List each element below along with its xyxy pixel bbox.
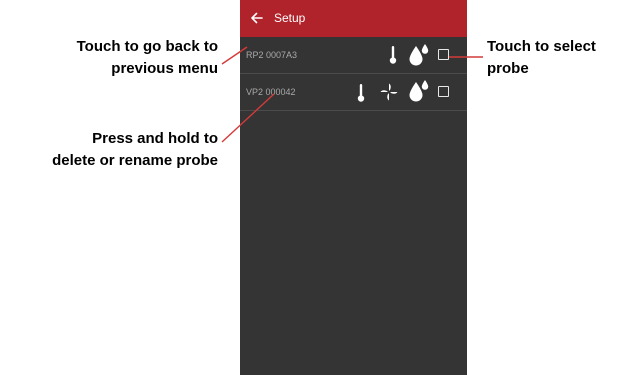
- annotation-back-line1: Touch to go back to: [76, 38, 218, 55]
- annotation-hold: Press and hold to delete or rename probe: [2, 128, 218, 172]
- annotation-back: Touch to go back to previous menu: [10, 36, 218, 80]
- hold-annotation-line: [221, 93, 275, 143]
- annotation-back-line2: previous menu: [111, 60, 218, 77]
- annotation-hold-line2: delete or rename probe: [52, 152, 218, 169]
- annotation-hold-line1: Press and hold to: [92, 130, 218, 147]
- annotation-select: Touch to select probe: [487, 36, 627, 80]
- annotation-select-line2: probe: [487, 60, 529, 77]
- annotation-select-line1: Touch to select: [487, 38, 596, 55]
- back-annotation-line: [221, 46, 248, 65]
